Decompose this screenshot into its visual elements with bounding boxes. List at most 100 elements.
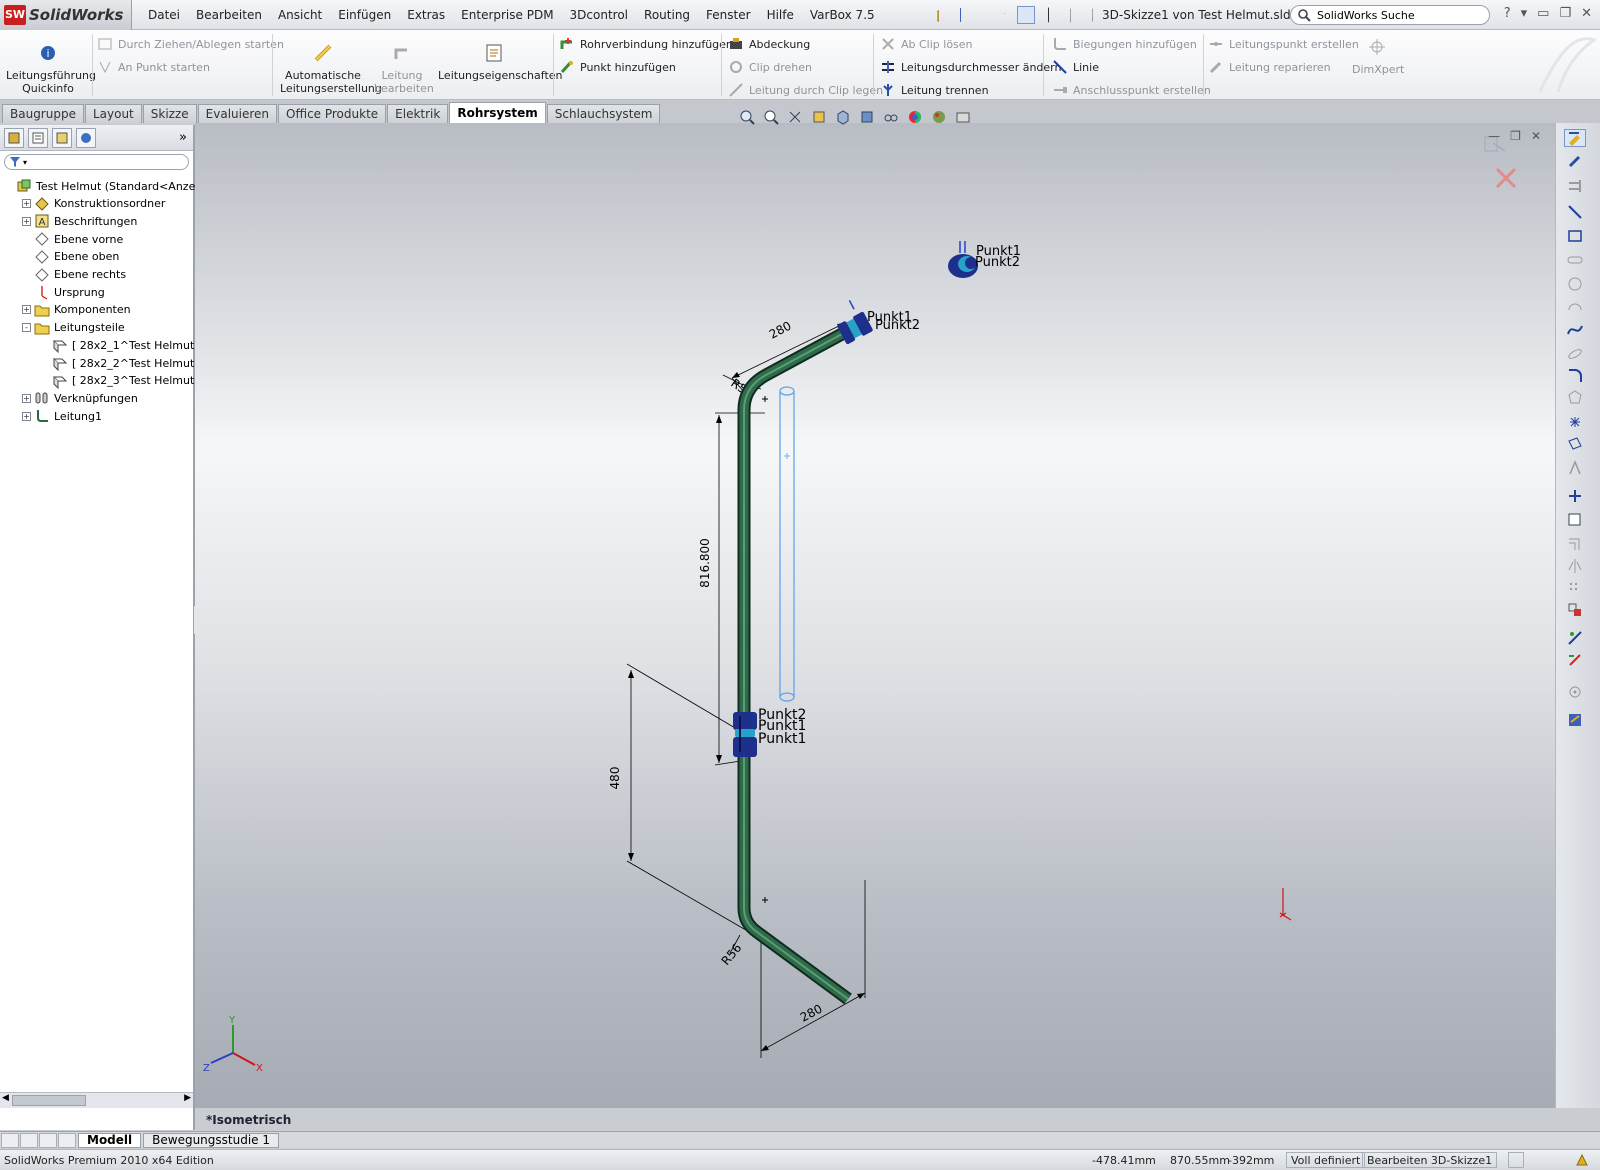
- edit-appearance-icon[interactable]: [906, 109, 924, 125]
- minimize-icon[interactable]: ▭: [1537, 6, 1549, 21]
- auto-route-button[interactable]: Automatische Leitungserstellung: [280, 42, 382, 95]
- previous-view-icon[interactable]: [786, 109, 804, 125]
- unclip-button[interactable]: Ab Clip lösen: [880, 36, 973, 52]
- menu-einfuegen[interactable]: Einfügen: [330, 0, 399, 30]
- point-label-mid-c[interactable]: Punkt1: [758, 731, 806, 747]
- tab-layout[interactable]: Layout: [84, 104, 142, 123]
- route-properties-button[interactable]: Leitungseigenschaften: [438, 42, 563, 82]
- align-icon[interactable]: [1564, 177, 1586, 195]
- viewport-restore-icon[interactable]: ❐: [1510, 129, 1521, 143]
- view-orientation-icon[interactable]: [834, 109, 852, 125]
- scroll-left-icon[interactable]: ◀: [2, 1093, 9, 1103]
- rebuild-icon[interactable]: [1575, 1153, 1589, 1170]
- line-button[interactable]: Linie: [1052, 59, 1099, 75]
- graphics-area[interactable]: 280 R56 816.800 480 R56 280 Punkt2 Punkt…: [195, 123, 1555, 1108]
- tree-expander-icon[interactable]: +: [22, 411, 31, 421]
- new-document-icon[interactable]: [907, 6, 925, 24]
- fitting-top-far[interactable]: [948, 241, 978, 278]
- configuration-manager-tab[interactable]: [52, 127, 72, 148]
- tree-expander-icon[interactable]: +: [22, 393, 31, 403]
- tree-item[interactable]: [ 28x2_2^Test Helmut ]<1>: [0, 354, 227, 372]
- viewport-minimize-icon[interactable]: —: [1488, 129, 1500, 143]
- tree-item[interactable]: + Leitung1: [0, 407, 102, 425]
- point-label-top-far-2[interactable]: Punkt2: [975, 255, 1020, 270]
- tree-expander-icon[interactable]: +: [22, 216, 31, 226]
- display-style-icon[interactable]: [858, 109, 876, 125]
- tree-item[interactable]: + Verknüpfungen: [0, 389, 138, 407]
- clip-cylinder[interactable]: [779, 386, 795, 702]
- pattern-icon[interactable]: [1564, 579, 1586, 597]
- tab-schlauchsystem[interactable]: Schlauchsystem: [546, 104, 661, 123]
- add-bends-button[interactable]: Biegungen hinzufügen: [1052, 36, 1197, 52]
- move-entities-icon[interactable]: [1564, 601, 1586, 619]
- tab-baugruppe[interactable]: Baugruppe: [2, 104, 84, 123]
- dim-clip-height[interactable]: 480: [608, 767, 622, 790]
- smart-dimension-icon[interactable]: [1564, 153, 1586, 171]
- menu-hilfe[interactable]: Hilfe: [759, 0, 802, 30]
- traffic-light-icon[interactable]: [1039, 6, 1057, 24]
- dim-bottom-radius[interactable]: R56: [719, 941, 745, 968]
- section-view-icon[interactable]: [810, 109, 828, 125]
- drag-drop-button[interactable]: Durch Ziehen/Ablegen starten: [97, 36, 284, 52]
- save-icon[interactable]: [951, 6, 969, 24]
- trim-tool-icon[interactable]: [1564, 487, 1586, 505]
- cover-button[interactable]: Abdeckung: [728, 36, 810, 52]
- line-tool-icon[interactable]: [1564, 203, 1586, 221]
- menu-fenster[interactable]: Fenster: [698, 0, 759, 30]
- feature-tree-tab[interactable]: [4, 127, 24, 148]
- rotate-clip-button[interactable]: Clip drehen: [728, 59, 812, 75]
- undo-icon[interactable]: [995, 6, 1013, 24]
- menu-enterprise-pdm[interactable]: Enterprise PDM: [453, 0, 561, 30]
- restore-icon[interactable]: ❐: [1559, 6, 1571, 21]
- confirmation-corner[interactable]: [1484, 136, 1517, 189]
- select-arrow-icon[interactable]: [1016, 5, 1035, 24]
- solidworks-search[interactable]: SolidWorks Suche: [1290, 5, 1490, 25]
- tree-item[interactable]: [ 28x2_3^Test Helmut ]<1>: [0, 372, 227, 390]
- mirror-entities-icon[interactable]: [1564, 557, 1586, 575]
- tab-modell[interactable]: Modell: [78, 1132, 142, 1148]
- route-quickinfo-button[interactable]: i Leitungsführung Quickinfo: [6, 42, 96, 95]
- view-settings-icon[interactable]: [954, 109, 972, 125]
- route-through-clip-button[interactable]: Leitung durch Clip legen: [728, 82, 883, 98]
- origin-marker[interactable]: [1279, 888, 1292, 921]
- tree-item[interactable]: Ebene vorne: [0, 230, 123, 248]
- tree-item[interactable]: Ebene rechts: [0, 266, 126, 284]
- text-tool-icon[interactable]: [1564, 459, 1586, 477]
- tab-motion-study[interactable]: Bewegungsstudie 1: [143, 1132, 279, 1148]
- sketch-icon[interactable]: [1564, 129, 1586, 147]
- point-tool-icon[interactable]: [1564, 413, 1586, 431]
- display-relations-icon[interactable]: [1564, 629, 1586, 647]
- point-label-top-near-2[interactable]: Punkt2: [875, 318, 920, 333]
- create-connection-point-button[interactable]: Anschlusspunkt erstellen: [1052, 82, 1211, 98]
- menu-routing[interactable]: Routing: [636, 0, 698, 30]
- edit-route-button[interactable]: Leitung bearbeiten: [374, 42, 434, 95]
- tree-item[interactable]: Ursprung: [0, 283, 105, 301]
- tab-next-icon[interactable]: [39, 1132, 57, 1148]
- tree-filter[interactable]: ▾: [4, 154, 189, 170]
- hide-show-items-icon[interactable]: [882, 109, 900, 125]
- menu-ansicht[interactable]: Ansicht: [270, 0, 330, 30]
- tree-expander-icon[interactable]: +: [22, 305, 31, 315]
- start-at-point-button[interactable]: An Punkt starten: [97, 59, 210, 75]
- chevron-down-icon[interactable]: ▾: [1521, 6, 1528, 21]
- print-icon[interactable]: [973, 6, 991, 24]
- tree-item[interactable]: + Konstruktionsordner: [0, 195, 165, 213]
- offset-entities-icon[interactable]: [1564, 535, 1586, 553]
- rectangle-tool-icon[interactable]: [1564, 227, 1586, 245]
- tree-item[interactable]: [ 28x2_1^Test Helmut ]<1>: [0, 336, 227, 354]
- plane-tool-icon[interactable]: [1564, 435, 1586, 453]
- zoom-to-fit-icon[interactable]: [738, 109, 756, 125]
- dim-top-length[interactable]: 280: [767, 319, 794, 342]
- solidworks-logo[interactable]: SW SolidWorks: [0, 0, 132, 30]
- help-icon[interactable]: ?: [1504, 6, 1511, 21]
- tab-rohrsystem[interactable]: Rohrsystem: [449, 102, 546, 123]
- fitting-mid[interactable]: [733, 712, 757, 757]
- spline-tool-icon[interactable]: [1564, 321, 1586, 339]
- dim-vertical-length[interactable]: 816.800: [698, 538, 712, 588]
- convert-entities-icon[interactable]: [1564, 511, 1586, 529]
- pipe-route[interactable]: [737, 321, 859, 1005]
- repair-sketch-icon[interactable]: [1564, 651, 1586, 669]
- menu-extras[interactable]: Extras: [399, 0, 453, 30]
- add-fitting-button[interactable]: Rohrverbindung hinzufügen: [559, 36, 733, 52]
- menu-bearbeiten[interactable]: Bearbeiten: [188, 0, 270, 30]
